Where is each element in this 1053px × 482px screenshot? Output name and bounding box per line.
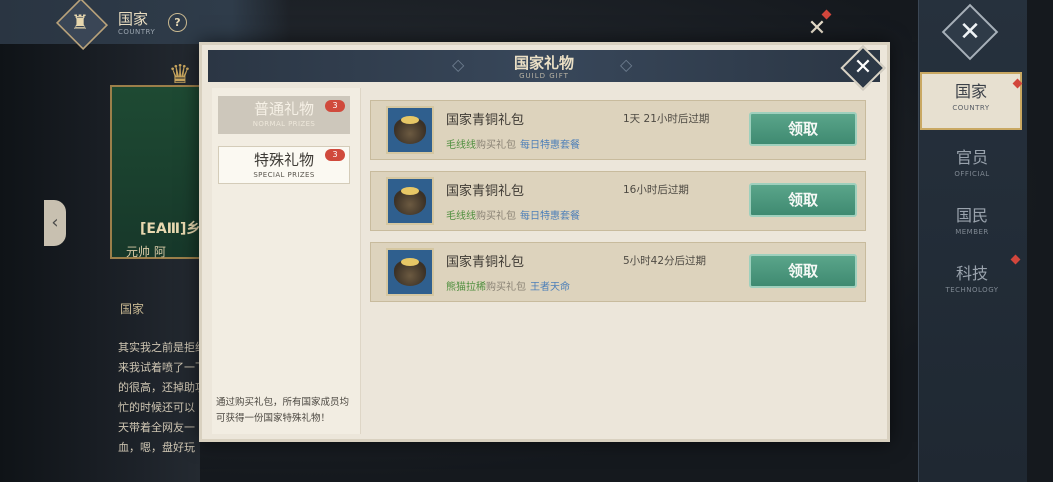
- claim-button[interactable]: 领取: [749, 112, 857, 146]
- crown-icon: ♛: [168, 60, 192, 90]
- nav-item-sublabel: MEMBER: [955, 228, 989, 236]
- nav-item-label: 国家: [954, 82, 987, 101]
- gift-note: 通过购买礼包，所有国家成员均可获得一份国家特殊礼物！: [216, 397, 350, 424]
- gift-name: 国家青铜礼包: [446, 255, 525, 270]
- package-name: 王者天命: [530, 282, 570, 293]
- claim-button[interactable]: 领取: [749, 254, 857, 288]
- buy-action: 购买礼包: [476, 211, 516, 222]
- page-subtitle: COUNTRY: [118, 28, 156, 36]
- close-icon[interactable]: ✕: [804, 16, 830, 42]
- tab-sublabel: SPECIAL PRIZES: [253, 171, 315, 179]
- nav-item-label: 科技: [955, 264, 988, 283]
- section-title: 国家: [120, 302, 145, 316]
- nav-item-country[interactable]: 国家 COUNTRY: [920, 72, 1022, 130]
- tab-sublabel: NORMAL PRIZES: [252, 120, 316, 128]
- dialog-subtitle: GUILD GIFT: [519, 72, 569, 80]
- buyer-name: 毛线线: [446, 140, 476, 151]
- count-badge: 3: [325, 149, 345, 161]
- nav-item-sublabel: TECHNOLOGY: [945, 286, 999, 294]
- country-description: 其实我之前是拒绝 来我试着喷了一下 的很高，还掉助攻 忙的时候还可以 天带着全网…: [118, 341, 206, 454]
- page-title: 国家: [118, 10, 149, 28]
- gift-expire: 16小时后过期: [623, 184, 689, 196]
- gift-source: 毛线线购买礼包 每日特惠套餐: [446, 207, 580, 222]
- chevron-left-icon[interactable]: ‹: [44, 200, 66, 246]
- buyer-name: 毛线线: [446, 211, 476, 222]
- package-name: 每日特惠套餐: [520, 140, 580, 151]
- gift-source: 毛线线购买礼包 每日特惠套餐: [446, 136, 580, 151]
- gift-source: 熊猫拉稀购买礼包 王者天命: [446, 278, 570, 293]
- gift-bag-icon: [386, 248, 434, 296]
- nav-item-technology[interactable]: 科技 TECHNOLOGY: [918, 256, 1026, 312]
- close-icon: ✕: [853, 55, 873, 80]
- count-badge: 3: [325, 100, 345, 112]
- nav-item-sublabel: COUNTRY: [952, 104, 990, 112]
- buyer-name: 熊猫拉稀: [446, 282, 486, 293]
- gift-name: 国家青铜礼包: [446, 113, 525, 128]
- player-name: [EAⅢ]乡: [140, 221, 200, 237]
- package-name: 每日特惠套餐: [520, 211, 580, 222]
- player-role: 元帅 阿: [126, 245, 166, 259]
- dialog-title: 国家礼物: [513, 54, 574, 72]
- help-icon[interactable]: ?: [168, 13, 187, 32]
- gift-bag-icon: [386, 177, 434, 225]
- buy-action: 购买礼包: [476, 140, 516, 151]
- claim-button[interactable]: 领取: [749, 183, 857, 217]
- gift-bag-icon: [386, 106, 434, 154]
- castle-icon: ♜: [71, 10, 89, 34]
- gift-expire: 5小时42分后过期: [623, 255, 707, 267]
- gift-expire: 1天 21小时后过期: [623, 113, 710, 125]
- close-button[interactable]: ✕: [941, 3, 999, 61]
- nav-item-label: 官员: [955, 148, 988, 167]
- category-panel: [212, 88, 361, 434]
- buy-action: 购买礼包: [486, 282, 526, 293]
- close-icon: ✕: [959, 17, 981, 47]
- nav-item-sublabel: OFFICIAL: [954, 170, 990, 178]
- nav-item-official[interactable]: 官员 OFFICIAL: [918, 140, 1026, 196]
- nav-item-label: 国民: [955, 206, 988, 225]
- dialog-close-button[interactable]: ✕: [840, 45, 886, 91]
- gift-name: 国家青铜礼包: [446, 184, 525, 199]
- nav-item-member[interactable]: 国民 MEMBER: [918, 198, 1026, 254]
